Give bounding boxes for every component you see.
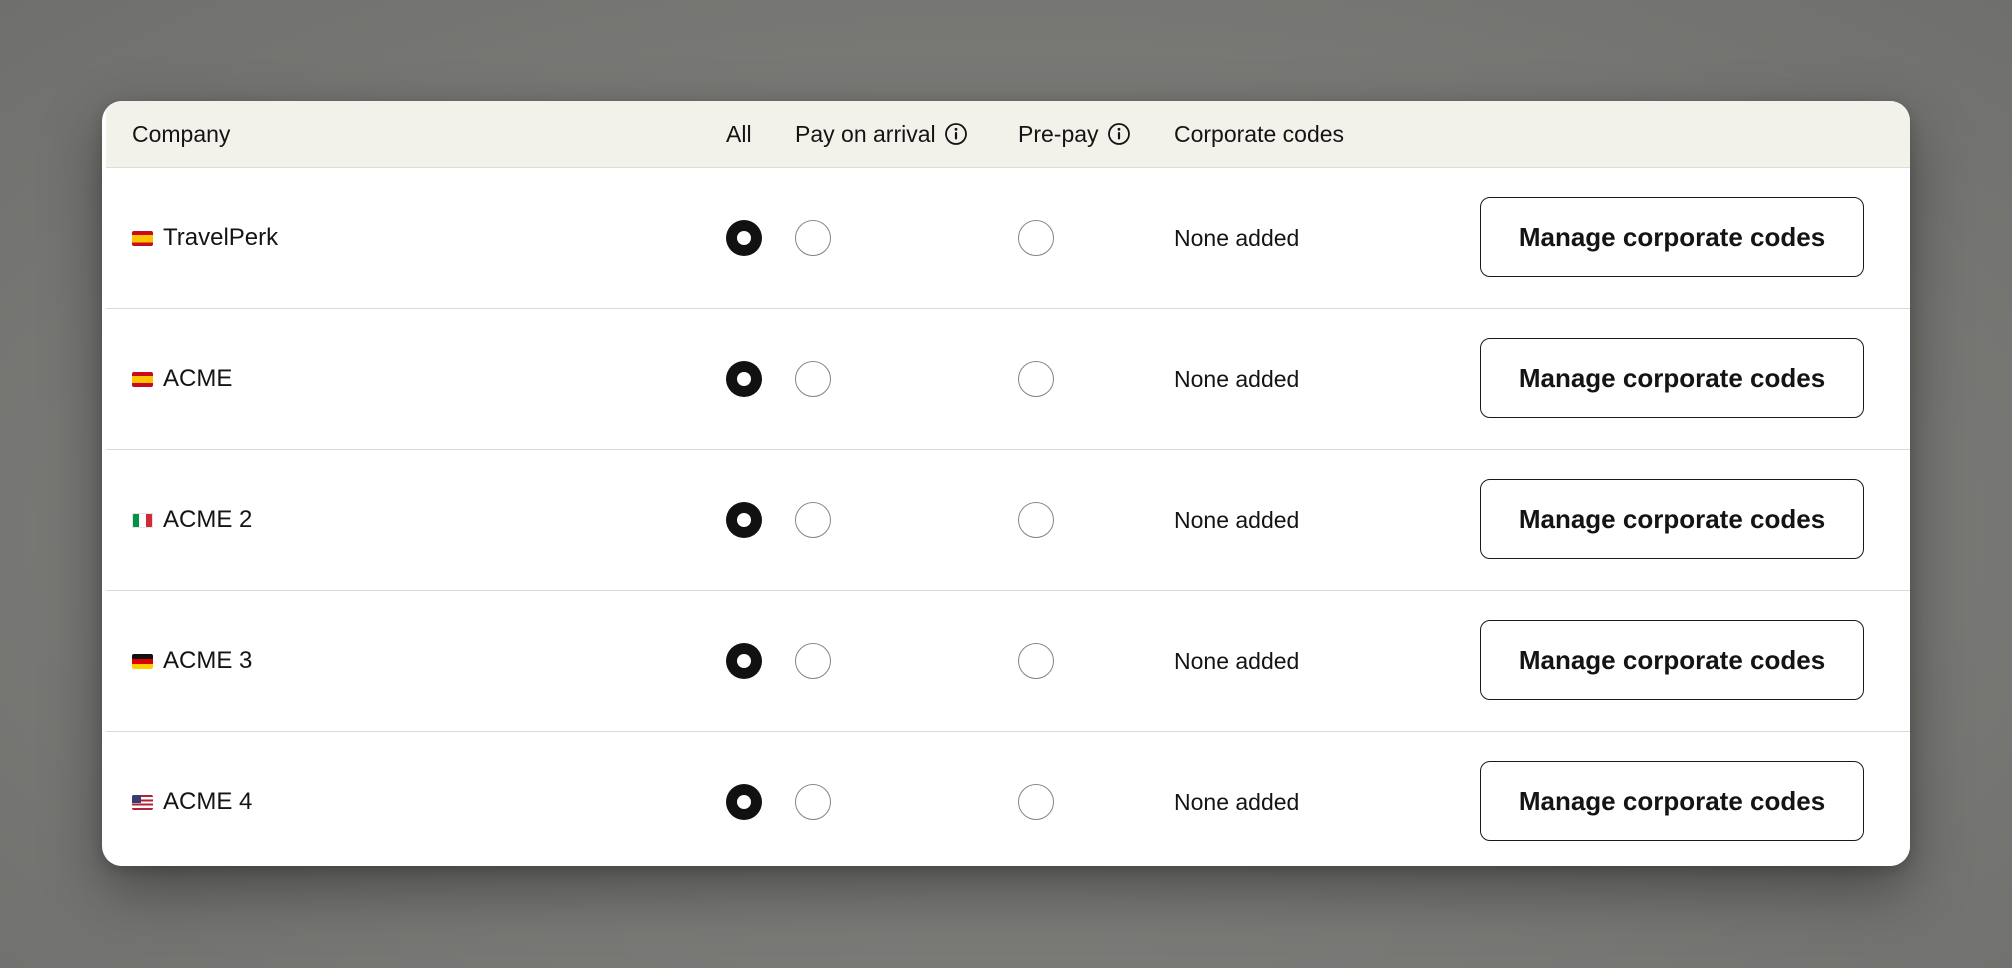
radio-all[interactable] [726,784,762,820]
column-header-pay-on-arrival-label: Pay on arrival [795,120,936,147]
info-icon[interactable] [944,122,968,146]
radio-pre-pay[interactable] [1018,643,1054,679]
table-row: ACME 2 None added Manage corporate codes [106,450,1910,591]
company-name: ACME 2 [163,506,253,533]
radio-pay-on-arrival[interactable] [795,643,831,679]
table-row: ACME 4 None added Manage corporate codes [106,732,1910,866]
radio-pay-on-arrival[interactable] [795,502,831,538]
company-name: ACME 4 [163,788,253,815]
manage-corporate-codes-button[interactable]: Manage corporate codes [1480,620,1864,700]
spain-flag-icon [132,230,153,246]
radio-pre-pay[interactable] [1018,220,1054,256]
table-row: ACME 3 None added Manage corporate codes [106,591,1910,732]
corporate-codes-value: None added [1174,788,1300,815]
radio-pre-pay[interactable] [1018,784,1054,820]
usa-flag-icon [132,794,153,810]
manage-corporate-codes-button[interactable]: Manage corporate codes [1480,338,1864,418]
radio-pay-on-arrival[interactable] [795,784,831,820]
company-cell: ACME 4 [132,732,252,866]
radio-all[interactable] [726,502,762,538]
company-cell: ACME 2 [132,450,252,590]
corporate-codes-value: None added [1174,647,1300,674]
table-row: TravelPerk None added Manage corporate c… [106,168,1910,309]
table-row: ACME None added Manage corporate codes [106,309,1910,450]
corporate-codes-value: None added [1174,506,1300,533]
company-cell: TravelPerk [132,168,278,308]
column-header-pay-on-arrival: Pay on arrival [795,101,968,167]
germany-flag-icon [132,653,153,669]
company-name: ACME [163,365,233,392]
radio-all[interactable] [726,361,762,397]
italy-flag-icon [132,512,153,528]
manage-corporate-codes-button[interactable]: Manage corporate codes [1480,761,1864,841]
radio-pay-on-arrival[interactable] [795,220,831,256]
spain-flag-icon [132,371,153,387]
radio-pay-on-arrival[interactable] [795,361,831,397]
info-icon[interactable] [1107,122,1131,146]
table-header: Company All Pay on arrival Pre-pay Corpo… [106,101,1910,168]
column-header-corporate-codes: Corporate codes [1174,120,1345,147]
radio-pre-pay[interactable] [1018,361,1054,397]
column-header-company: Company [132,120,231,147]
company-name: ACME 3 [163,647,253,674]
company-cell: ACME [132,309,232,449]
radio-pre-pay[interactable] [1018,502,1054,538]
manage-corporate-codes-button[interactable]: Manage corporate codes [1480,197,1864,277]
radio-all[interactable] [726,220,762,256]
column-header-pre-pay: Pre-pay [1018,101,1131,167]
radio-all[interactable] [726,643,762,679]
column-header-pre-pay-label: Pre-pay [1018,120,1099,147]
corporate-codes-value: None added [1174,365,1300,392]
corporate-codes-value: None added [1174,224,1300,251]
payment-settings-table: Company All Pay on arrival Pre-pay Corpo… [102,101,1910,866]
manage-corporate-codes-button[interactable]: Manage corporate codes [1480,479,1864,559]
company-cell: ACME 3 [132,591,252,731]
column-header-all: All [726,120,752,147]
company-name: TravelPerk [163,224,279,251]
